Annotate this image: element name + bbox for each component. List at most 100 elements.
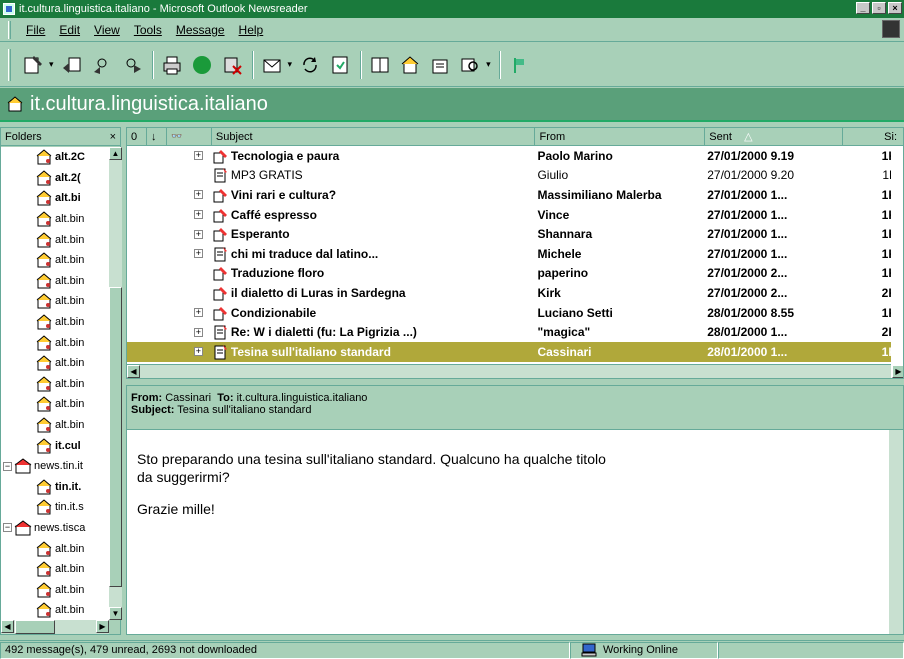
address-book-button[interactable] xyxy=(366,51,394,79)
column-attachment[interactable]: 0 xyxy=(127,128,147,145)
synchronize-button[interactable] xyxy=(296,51,324,79)
folders-scroll-left-button[interactable]: ◀ xyxy=(1,620,14,633)
preview-vertical-scrollbar[interactable] xyxy=(889,430,903,634)
folder-item[interactable]: alt.bin xyxy=(1,538,109,559)
new-post-button[interactable] xyxy=(19,51,47,79)
message-sent: 27/01/2000 1... xyxy=(707,227,788,242)
newsgroups-button[interactable] xyxy=(396,51,424,79)
message-row[interactable]: Traduzione floro paperino 27/01/2000 2... 1… xyxy=(127,264,903,284)
messages-scroll-right-button[interactable]: ▶ xyxy=(892,365,903,378)
app-icon[interactable] xyxy=(3,3,15,15)
headers-button[interactable] xyxy=(426,51,454,79)
menu-edit[interactable]: Edit xyxy=(52,21,87,39)
folder-item[interactable]: alt.bin xyxy=(1,600,109,620)
folder-item[interactable]: alt.bin xyxy=(1,415,109,436)
folder-item[interactable]: alt.bi xyxy=(1,188,109,209)
minimize-button[interactable]: _ xyxy=(856,2,870,14)
message-row[interactable]: + Tecnologia e paura Paolo Marino 27/01/200… xyxy=(127,146,903,166)
message-row[interactable]: + Caffé espresso Vince 27/01/2000 1... 1K xyxy=(127,205,903,225)
folders-scroll-thumb[interactable] xyxy=(109,287,122,587)
message-row[interactable]: + Vini rari e cultura? Massimiliano Malerb… xyxy=(127,185,903,205)
folder-item[interactable]: it.cul xyxy=(1,435,109,456)
folder-item[interactable]: alt.bin xyxy=(1,394,109,415)
folder-item[interactable]: alt.bin xyxy=(1,579,109,600)
reply-group-button[interactable] xyxy=(58,51,86,79)
expand-thread-icon[interactable]: + xyxy=(193,210,203,220)
maximize-button[interactable]: ▫ xyxy=(872,2,886,14)
collapse-icon[interactable]: − xyxy=(3,461,12,471)
message-row[interactable]: + Condizionabile Luciano Setti 28/01/2000 8… xyxy=(127,303,903,323)
folder-item[interactable]: alt.2C xyxy=(1,147,109,168)
menu-tools[interactable]: Tools xyxy=(127,21,169,39)
folder-item[interactable]: alt.bin xyxy=(1,332,109,353)
folder-item[interactable]: alt.bin xyxy=(1,209,109,230)
folders-scroll-right-button[interactable]: ▶ xyxy=(96,620,109,633)
message-row[interactable]: MP3 GRATIS Giulio 27/01/2000 9.20 1K xyxy=(127,166,903,186)
folder-item[interactable]: alt.bin xyxy=(1,374,109,395)
folder-item[interactable]: alt.bin xyxy=(1,250,109,271)
column-subject[interactable]: Subject xyxy=(212,128,536,145)
messages-horizontal-scrollbar[interactable]: ◀ ▶ xyxy=(127,364,903,378)
folder-item[interactable]: alt.bin xyxy=(1,229,109,250)
message-subject: Caffé espresso xyxy=(230,207,317,222)
mark-offline-button[interactable] xyxy=(326,51,354,79)
collapse-icon[interactable]: − xyxy=(3,523,12,533)
folder-server-item[interactable]: − news.tisca xyxy=(1,518,109,539)
print-button[interactable] xyxy=(158,51,186,79)
flag-button[interactable] xyxy=(505,51,533,79)
folders-tree[interactable]: alt.2C alt.2(alt.bi alt.bin alt.bin alt.bin a… xyxy=(1,147,109,620)
message-row[interactable]: + chi mi traduce dal latino... Michele 27/0… xyxy=(127,244,903,264)
messages-vertical-scrollbar[interactable] xyxy=(891,147,903,366)
column-watch[interactable]: 👓 xyxy=(167,128,212,145)
find-button[interactable] xyxy=(456,51,484,79)
folders-scroll-down-button[interactable]: ▼ xyxy=(109,607,122,620)
folders-horizontal-scrollbar[interactable]: ◀ ▶ xyxy=(1,620,109,634)
find-dropdown-icon[interactable]: ▾ xyxy=(486,59,491,70)
folder-item[interactable]: alt.bin xyxy=(1,559,109,580)
expand-thread-icon[interactable]: + xyxy=(193,308,203,318)
toolbar-grip[interactable] xyxy=(8,48,11,81)
forward-button[interactable] xyxy=(118,51,146,79)
menu-message[interactable]: Message xyxy=(169,21,232,39)
folders-vertical-scrollbar[interactable]: ▲ ▼ xyxy=(109,147,122,620)
folder-item[interactable]: alt.bin xyxy=(1,271,109,292)
folder-item[interactable]: alt.bin xyxy=(1,353,109,374)
expand-thread-icon[interactable]: + xyxy=(193,249,203,259)
message-row[interactable]: il dialetto di Luras in Sardegna Kirk 27/0… xyxy=(127,283,903,303)
menu-help[interactable]: Help xyxy=(232,21,271,39)
column-flag[interactable]: ↓ xyxy=(147,128,167,145)
column-sent[interactable]: Sent △ xyxy=(705,128,844,145)
expand-thread-icon[interactable]: + xyxy=(193,347,203,357)
folders-scroll-up-button[interactable]: ▲ xyxy=(109,147,122,160)
expand-thread-icon[interactable]: + xyxy=(193,229,203,239)
send-receive-button[interactable] xyxy=(258,51,286,79)
message-row[interactable]: + Re: W i dialetti (fu: La Pigrizia ...) "… xyxy=(127,322,903,342)
menubar-grip[interactable] xyxy=(8,20,11,39)
expand-thread-icon[interactable]: + xyxy=(193,151,203,161)
folder-item[interactable]: alt.bin xyxy=(1,291,109,312)
delete-button[interactable] xyxy=(218,51,246,79)
title-bar[interactable]: it.cultura.linguistica.italiano - Micros… xyxy=(0,0,904,18)
stop-button[interactable] xyxy=(188,51,216,79)
menu-view[interactable]: View xyxy=(87,21,127,39)
folders-close-button[interactable]: × xyxy=(110,131,116,143)
message-row[interactable]: + Esperanto Shannara 27/01/2000 1... 1K xyxy=(127,224,903,244)
messages-scroll-left-button[interactable]: ◀ xyxy=(127,365,140,378)
folder-server-item[interactable]: − news.tin.it xyxy=(1,456,109,477)
send-receive-dropdown-icon[interactable]: ▾ xyxy=(288,59,293,70)
folder-item[interactable]: alt.2( xyxy=(1,168,109,189)
folder-item[interactable]: tin.it. xyxy=(1,477,109,498)
preview-body[interactable]: Sto preparando una tesina sull'italiano … xyxy=(127,430,903,552)
folders-hscroll-thumb[interactable] xyxy=(15,620,55,634)
expand-thread-icon[interactable]: + xyxy=(193,190,203,200)
folder-item[interactable]: tin.it.s xyxy=(1,497,109,518)
message-row[interactable]: + Tesina sull'italiano standard Cassinari 2… xyxy=(127,341,903,362)
column-from[interactable]: From xyxy=(535,128,706,145)
reply-button[interactable] xyxy=(88,51,116,79)
column-size[interactable]: Si: xyxy=(843,128,903,145)
menu-file[interactable]: File xyxy=(19,21,52,39)
expand-thread-icon[interactable]: + xyxy=(193,327,203,337)
folder-item[interactable]: alt.bin xyxy=(1,312,109,333)
close-button[interactable]: × xyxy=(888,2,902,14)
new-post-dropdown-icon[interactable]: ▾ xyxy=(49,59,54,70)
